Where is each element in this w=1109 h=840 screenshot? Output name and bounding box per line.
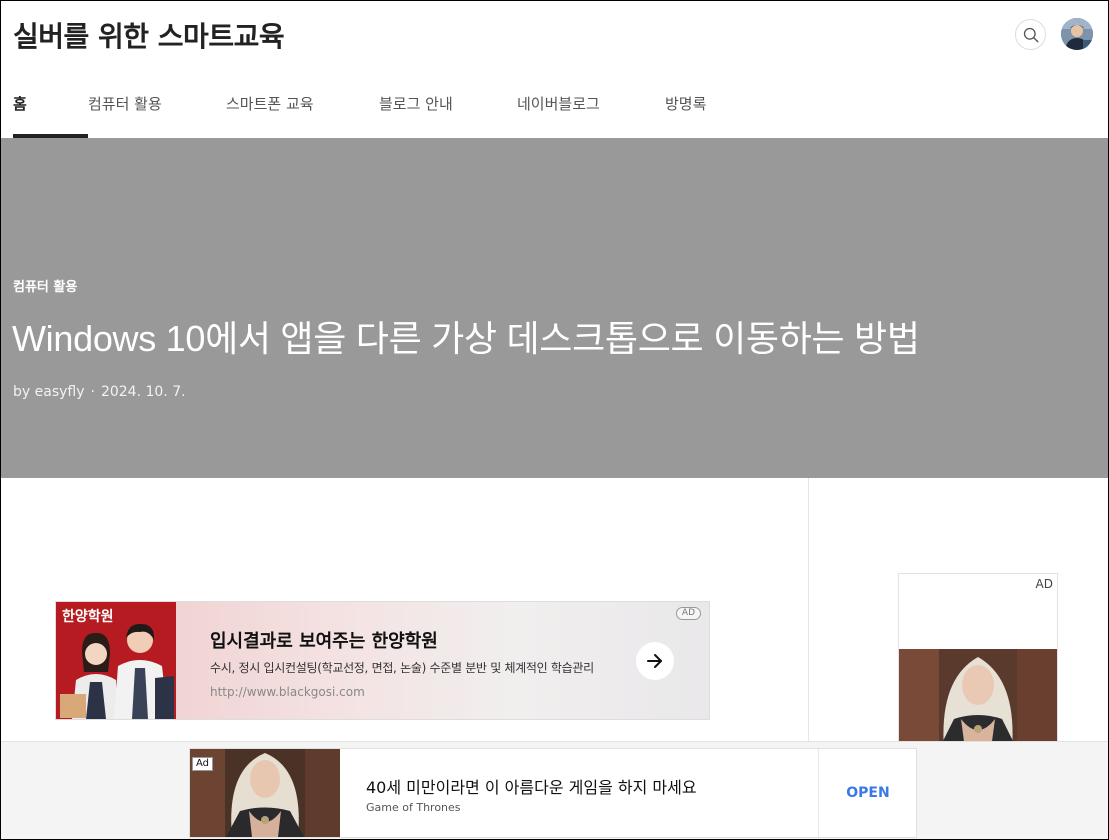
sticky-ad-image: Ad xyxy=(190,749,340,837)
arrow-right-icon xyxy=(647,654,662,668)
search-button[interactable] xyxy=(1015,19,1046,50)
ad-banner[interactable]: 한양학원 AD 입시결과로 보여주는 한양학원 수시, 정시 입시컨설팅(학교선… xyxy=(55,601,710,720)
nav-item-label: 네이버블로그 xyxy=(517,95,600,113)
ad-url[interactable]: http://www.blackgosi.com xyxy=(210,685,365,699)
post-title: Windows 10에서 앱을 다른 가상 데스크톱으로 이동하는 방법 xyxy=(12,318,920,359)
nav-item-label: 블로그 안내 xyxy=(379,95,453,113)
post-category[interactable]: 컴퓨터 활용 xyxy=(13,276,77,295)
nav-item-smartphone[interactable]: 스마트폰 교육 xyxy=(226,81,379,138)
sticky-bottom-ad: Ad 40세 미만이라면 이 아름다운 게임을 하지 마세요 Game of T… xyxy=(1,741,1108,839)
ad-description: 수시, 정시 입시컨설팅(학교선정, 면접, 논술) 수준별 분반 및 체계적인… xyxy=(210,661,594,675)
nav-item-guestbook[interactable]: 방명록 xyxy=(665,81,725,138)
ad-banner-image: 한양학원 xyxy=(56,602,176,719)
page-frame: 실버를 위한 스마트교육 홈 컴퓨터 활용 스마트폰 교육 블로그 안내 네이버… xyxy=(0,0,1109,840)
ad-image-label: 한양학원 xyxy=(62,609,114,625)
open-button[interactable]: OPEN xyxy=(819,749,917,837)
sidebar-ad-image xyxy=(899,649,1057,747)
content-sidebar-divider xyxy=(808,478,809,748)
post-author: by easyfly xyxy=(13,384,85,400)
ad-badge: AD xyxy=(675,607,701,620)
search-icon xyxy=(1023,27,1039,43)
nav-item-label: 스마트폰 교육 xyxy=(226,95,314,113)
nav-item-label: 방명록 xyxy=(665,95,707,113)
post-date: 2024. 10. 7. xyxy=(100,384,186,400)
sticky-ad-tag: Ad xyxy=(192,757,214,771)
site-title[interactable]: 실버를 위한 스마트교육 xyxy=(13,15,285,55)
sidebar-ad-badge: AD xyxy=(1035,577,1053,591)
site-header: 실버를 위한 스마트교육 홈 컴퓨터 활용 스마트폰 교육 블로그 안내 네이버… xyxy=(1,1,1108,138)
nav-item-blog-guide[interactable]: 블로그 안내 xyxy=(379,81,517,138)
sticky-ad-title[interactable]: 40세 미만이라면 이 아름다운 게임을 하지 마세요 xyxy=(366,774,697,798)
ad-arrow-button[interactable] xyxy=(636,642,674,680)
sidebar-ad[interactable]: AD xyxy=(898,573,1058,748)
nav-item-home[interactable]: 홈 xyxy=(13,81,88,138)
nav-item-label: 홈 xyxy=(13,95,27,113)
post-meta: by easyfly · 2024. 10. 7. xyxy=(13,384,186,400)
meta-separator: · xyxy=(90,384,95,400)
profile-avatar[interactable] xyxy=(1061,18,1093,50)
post-hero: 컴퓨터 활용 Windows 10에서 앱을 다른 가상 데스크톱으로 이동하는… xyxy=(1,138,1108,478)
avatar-image xyxy=(1061,18,1093,50)
nav-item-computer[interactable]: 컴퓨터 활용 xyxy=(88,81,226,138)
nav-item-label: 컴퓨터 활용 xyxy=(88,95,162,113)
sticky-ad-advertiser: Game of Thrones xyxy=(366,801,461,814)
ad-headline[interactable]: 입시결과로 보여주는 한양학원 xyxy=(210,627,438,653)
nav-item-naver-blog[interactable]: 네이버블로그 xyxy=(517,81,665,138)
sticky-ad-card[interactable]: Ad 40세 미만이라면 이 아름다운 게임을 하지 마세요 Game of T… xyxy=(189,748,917,838)
main-nav: 홈 컴퓨터 활용 스마트폰 교육 블로그 안내 네이버블로그 방명록 xyxy=(13,81,725,138)
